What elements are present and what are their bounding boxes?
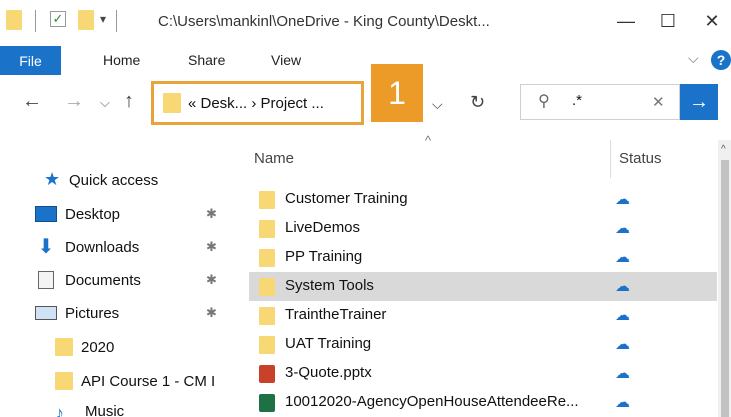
- scroll-up-icon[interactable]: ^: [721, 144, 726, 155]
- sidebar-item-pictures[interactable]: Pictures: [35, 301, 119, 325]
- folder-icon: [259, 249, 275, 267]
- window-title: C:\Users\mankinl\OneDrive - King County\…: [158, 13, 490, 30]
- cloud-icon: ☁: [615, 394, 630, 411]
- cloud-icon: ☁: [615, 249, 630, 266]
- back-button[interactable]: ←: [22, 90, 42, 113]
- sidebar-item-downloads[interactable]: ⬇ Downloads: [35, 235, 140, 259]
- folder-icon: [259, 307, 275, 325]
- sidebar-item-label: Documents: [65, 271, 141, 289]
- tab-file[interactable]: File: [0, 46, 61, 75]
- forward-button[interactable]: →: [64, 90, 84, 113]
- tab-share[interactable]: Share: [188, 52, 225, 68]
- pictures-icon: [35, 306, 57, 320]
- address-dropdown-icon[interactable]: ⌵: [432, 96, 443, 113]
- expand-ribbon-icon[interactable]: ⌵: [688, 50, 699, 67]
- sidebar-item-documents[interactable]: Documents: [35, 268, 141, 292]
- file-name: PP Training: [285, 248, 363, 265]
- separator: [116, 10, 117, 32]
- sidebar-item-label: API Course 1 - CM I: [81, 372, 216, 390]
- up-button[interactable]: ↑: [124, 90, 134, 113]
- cloud-icon: ☁: [615, 191, 630, 208]
- downloads-icon: ⬇: [37, 236, 55, 258]
- pin-icon[interactable]: ✱: [206, 305, 217, 321]
- recent-locations-icon[interactable]: ⌵: [100, 95, 110, 111]
- close-button[interactable]: ✕: [694, 8, 730, 34]
- customize-quick-access-icon[interactable]: ▾: [100, 12, 106, 26]
- sidebar-item-2020[interactable]: 2020: [35, 335, 114, 359]
- list-item[interactable]: 3-Quote.pptx ☁: [249, 359, 717, 388]
- pin-icon[interactable]: ✱: [206, 272, 217, 288]
- maximize-button[interactable]: ☐: [650, 8, 686, 34]
- folder-icon: [259, 336, 275, 354]
- column-header-status[interactable]: Status: [619, 150, 662, 167]
- properties-check-icon[interactable]: ✓: [50, 11, 66, 27]
- list-item[interactable]: Customer Training ☁: [249, 185, 717, 214]
- folder-icon: [6, 10, 22, 30]
- list-item[interactable]: UAT Training ☁: [249, 330, 717, 359]
- folder-icon: [55, 338, 73, 356]
- file-name: 3-Quote.pptx: [285, 364, 372, 381]
- sidebar-item-desktop[interactable]: Desktop: [35, 202, 120, 226]
- minimize-button[interactable]: —: [608, 8, 644, 34]
- search-go-button[interactable]: →: [680, 84, 718, 120]
- list-item[interactable]: TraintheTrainer ☁: [249, 301, 717, 330]
- pin-icon[interactable]: ✱: [206, 206, 217, 222]
- star-icon: ★: [44, 169, 61, 189]
- breadcrumb[interactable]: « Desk... › Project ...: [188, 95, 324, 112]
- file-name: LiveDemos: [285, 219, 361, 236]
- powerpoint-icon: [259, 365, 275, 383]
- folder-icon: [55, 372, 73, 390]
- sidebar-item-label: Pictures: [65, 304, 120, 322]
- sidebar-item-label: 2020: [81, 338, 115, 356]
- search-icon: ⚲: [538, 93, 550, 110]
- list-item[interactable]: 10012020-AgencyOpenHouseAttendeeRe... ☁: [249, 388, 717, 417]
- refresh-icon[interactable]: ↻: [470, 92, 485, 113]
- folder-icon: [259, 278, 275, 296]
- help-icon[interactable]: ?: [711, 50, 731, 70]
- new-folder-icon[interactable]: [78, 10, 94, 30]
- sidebar-item-label: Desktop: [65, 205, 121, 223]
- pin-icon[interactable]: ✱: [206, 239, 217, 255]
- list-item[interactable]: LiveDemos ☁: [249, 214, 717, 243]
- separator: [35, 10, 36, 32]
- column-divider[interactable]: [610, 140, 611, 178]
- cloud-icon: ☁: [615, 307, 630, 324]
- file-name: 10012020-AgencyOpenHouseAttendeeRe...: [285, 393, 579, 410]
- scrollbar-thumb[interactable]: [721, 160, 729, 417]
- cloud-icon: ☁: [615, 336, 630, 353]
- clear-search-icon[interactable]: ✕: [652, 93, 665, 111]
- music-icon: ♪: [55, 403, 64, 417]
- file-name: TraintheTrainer: [285, 306, 387, 323]
- sort-ascending-icon: ^: [425, 133, 432, 148]
- sidebar-item-label: Music: [85, 403, 125, 417]
- cloud-icon: ☁: [615, 278, 630, 295]
- sidebar-item-label: Downloads: [65, 238, 140, 256]
- sidebar-item-api-course[interactable]: API Course 1 - CM I: [35, 369, 222, 393]
- list-item[interactable]: System Tools ☁: [249, 272, 717, 301]
- tab-view[interactable]: View: [271, 52, 301, 68]
- cloud-icon: ☁: [615, 220, 630, 237]
- sidebar-item-music[interactable]: ♪ Music: [35, 403, 124, 417]
- list-item[interactable]: PP Training ☁: [249, 243, 717, 272]
- step-number-badge: 1: [371, 64, 423, 122]
- cloud-icon: ☁: [615, 365, 630, 382]
- excel-icon: [259, 394, 275, 412]
- tab-home[interactable]: Home: [103, 52, 140, 68]
- search-input[interactable]: .*: [572, 92, 582, 109]
- folder-icon: [259, 220, 275, 238]
- file-name: System Tools: [285, 277, 374, 294]
- file-name: Customer Training: [285, 190, 408, 207]
- quick-access[interactable]: Quick access: [69, 172, 158, 189]
- desktop-icon: [35, 206, 57, 222]
- folder-icon: [259, 191, 275, 209]
- documents-icon: [38, 271, 54, 289]
- folder-icon: [163, 93, 181, 113]
- column-header-name[interactable]: Name: [254, 150, 294, 167]
- file-name: UAT Training: [285, 335, 372, 352]
